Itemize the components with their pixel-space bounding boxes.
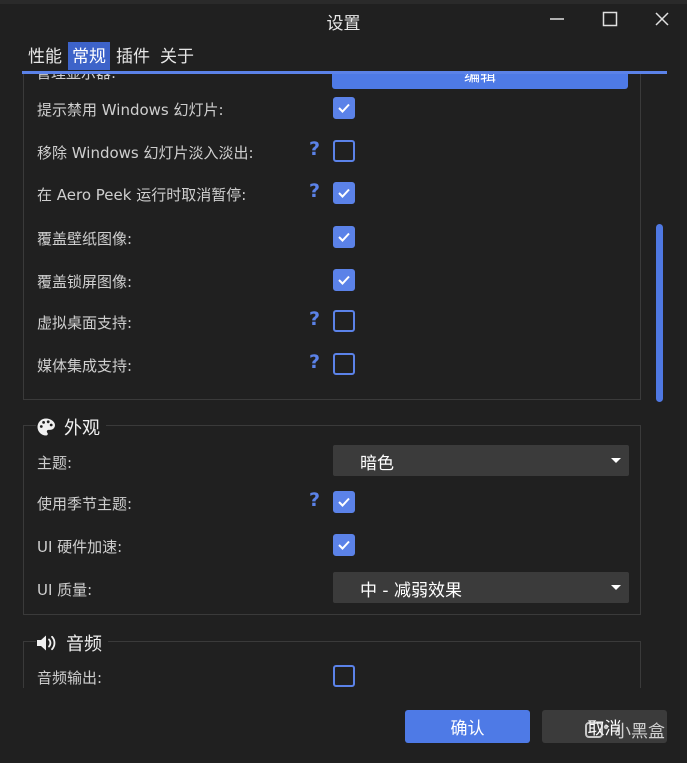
ui-quality-select-value: 中 - 减弱效果 <box>360 581 462 601</box>
setting-row-hw-accel: UI 硬件加速: <box>24 529 642 563</box>
setting-row-audio-output: 音频输出: <box>24 660 642 688</box>
minimize-icon <box>550 18 564 20</box>
checkmark-icon <box>338 540 350 550</box>
minimize-button[interactable] <box>542 6 572 32</box>
setting-row-override-lockscreen: 覆盖锁屏图像: <box>24 264 642 298</box>
theme-select[interactable]: 暗色 <box>333 445 629 476</box>
appearance-group: 主题: 暗色 使用季节主题: ? UI 硬件加速: UI 质量: 中 - 减弱效… <box>23 425 641 615</box>
setting-row-remove-slideshow-fade: 移除 Windows 幻灯片淡入淡出: ? <box>24 135 642 169</box>
setting-row-virtual-desktop: 虚拟桌面支持: ? <box>24 305 642 339</box>
watermark: 小黑盒 <box>584 717 665 742</box>
setting-label: 主题: <box>37 454 73 472</box>
setting-label: 使用季节主题: <box>37 495 133 513</box>
override-wallpaper-checkbox[interactable] <box>333 226 355 248</box>
override-lockscreen-checkbox[interactable] <box>333 269 355 291</box>
setting-row-ui-quality: UI 质量: 中 - 减弱效果 <box>24 572 642 606</box>
remove-slideshow-fade-checkbox[interactable] <box>333 140 355 162</box>
checkmark-icon <box>338 188 350 198</box>
setting-label: 移除 Windows 幻灯片淡入淡出: <box>37 144 254 162</box>
setting-label: 虚拟桌面支持: <box>37 314 133 332</box>
help-icon[interactable]: ? <box>309 138 320 160</box>
chevron-down-icon <box>611 458 621 463</box>
settings-tabs: 性能 常规 插件 关于 <box>24 42 200 72</box>
tab-general[interactable]: 常规 <box>68 42 110 70</box>
help-icon[interactable]: ? <box>309 308 320 330</box>
checkmark-icon <box>338 275 350 285</box>
confirm-button[interactable]: 确认 <box>405 710 530 743</box>
appearance-heading-text: 外观 <box>64 418 100 439</box>
tab-performance[interactable]: 性能 <box>24 42 66 70</box>
maximize-icon <box>602 11 618 27</box>
seasonal-theme-checkbox[interactable] <box>333 491 355 513</box>
vertical-scrollbar[interactable] <box>656 224 663 402</box>
watermark-text: 小黑盒 <box>614 722 665 742</box>
window-title: 设置 <box>326 14 361 34</box>
setting-row-override-wallpaper: 覆盖壁纸图像: <box>24 221 642 255</box>
chevron-down-icon <box>611 585 621 590</box>
hw-accel-checkbox[interactable] <box>333 534 355 556</box>
setting-label: 在 Aero Peek 运行时取消暂停: <box>37 186 247 204</box>
virtual-desktop-checkbox[interactable] <box>333 310 355 332</box>
close-button[interactable] <box>647 6 677 32</box>
setting-label: UI 质量: <box>37 581 93 599</box>
checkmark-icon <box>338 497 350 507</box>
setting-label: 覆盖壁纸图像: <box>37 230 133 248</box>
audio-output-checkbox[interactable] <box>333 665 355 687</box>
title-bar: 设置 <box>0 0 687 40</box>
disable-slideshow-prompt-checkbox[interactable] <box>333 97 355 119</box>
setting-row-seasonal-theme: 使用季节主题: ? <box>24 486 642 520</box>
appearance-heading: 外观 <box>36 414 106 440</box>
setting-row-theme: 主题: 暗色 <box>24 445 642 479</box>
setting-label: 媒体集成支持: <box>37 357 133 375</box>
settings-scroll-area[interactable]: 管理显示器: 编辑 提示禁用 Windows 幻灯片: 移除 Windows 幻… <box>0 74 687 688</box>
theme-select-value: 暗色 <box>360 454 394 474</box>
setting-label: 提示禁用 Windows 幻灯片: <box>37 101 224 119</box>
tab-about[interactable]: 关于 <box>156 42 198 70</box>
audio-heading-text: 音频 <box>66 634 102 655</box>
audio-group: 音频输出: <box>23 641 641 688</box>
setting-label: 覆盖锁屏图像: <box>37 273 133 291</box>
help-icon[interactable]: ? <box>309 489 320 511</box>
general-group: 提示禁用 Windows 幻灯片: 移除 Windows 幻灯片淡入淡出: ? … <box>23 74 641 400</box>
setting-row-unpause-aero-peek: 在 Aero Peek 运行时取消暂停: ? <box>24 177 642 211</box>
settings-window: 设置 性能 常规 插件 关于 管理显示器: 编辑 提示禁用 Windows 幻灯… <box>0 0 687 763</box>
speaker-icon <box>36 634 58 652</box>
maximize-button[interactable] <box>595 6 625 32</box>
setting-label: 音频输出: <box>37 669 103 687</box>
watermark-logo-icon <box>585 721 609 738</box>
checkmark-icon <box>338 232 350 242</box>
help-icon[interactable]: ? <box>309 180 320 202</box>
setting-row-media-integration: 媒体集成支持: ? <box>24 348 642 382</box>
ui-quality-select[interactable]: 中 - 减弱效果 <box>333 572 629 603</box>
close-icon <box>655 12 669 26</box>
setting-row-disable-slideshow-prompt: 提示禁用 Windows 幻灯片: <box>24 92 642 126</box>
setting-label: UI 硬件加速: <box>37 538 123 556</box>
unpause-aero-peek-checkbox[interactable] <box>333 182 355 204</box>
audio-heading: 音频 <box>36 630 108 656</box>
tab-plugins[interactable]: 插件 <box>112 42 154 70</box>
help-icon[interactable]: ? <box>309 351 320 373</box>
checkmark-icon <box>338 103 350 113</box>
media-integration-checkbox[interactable] <box>333 353 355 375</box>
palette-icon <box>36 417 56 437</box>
